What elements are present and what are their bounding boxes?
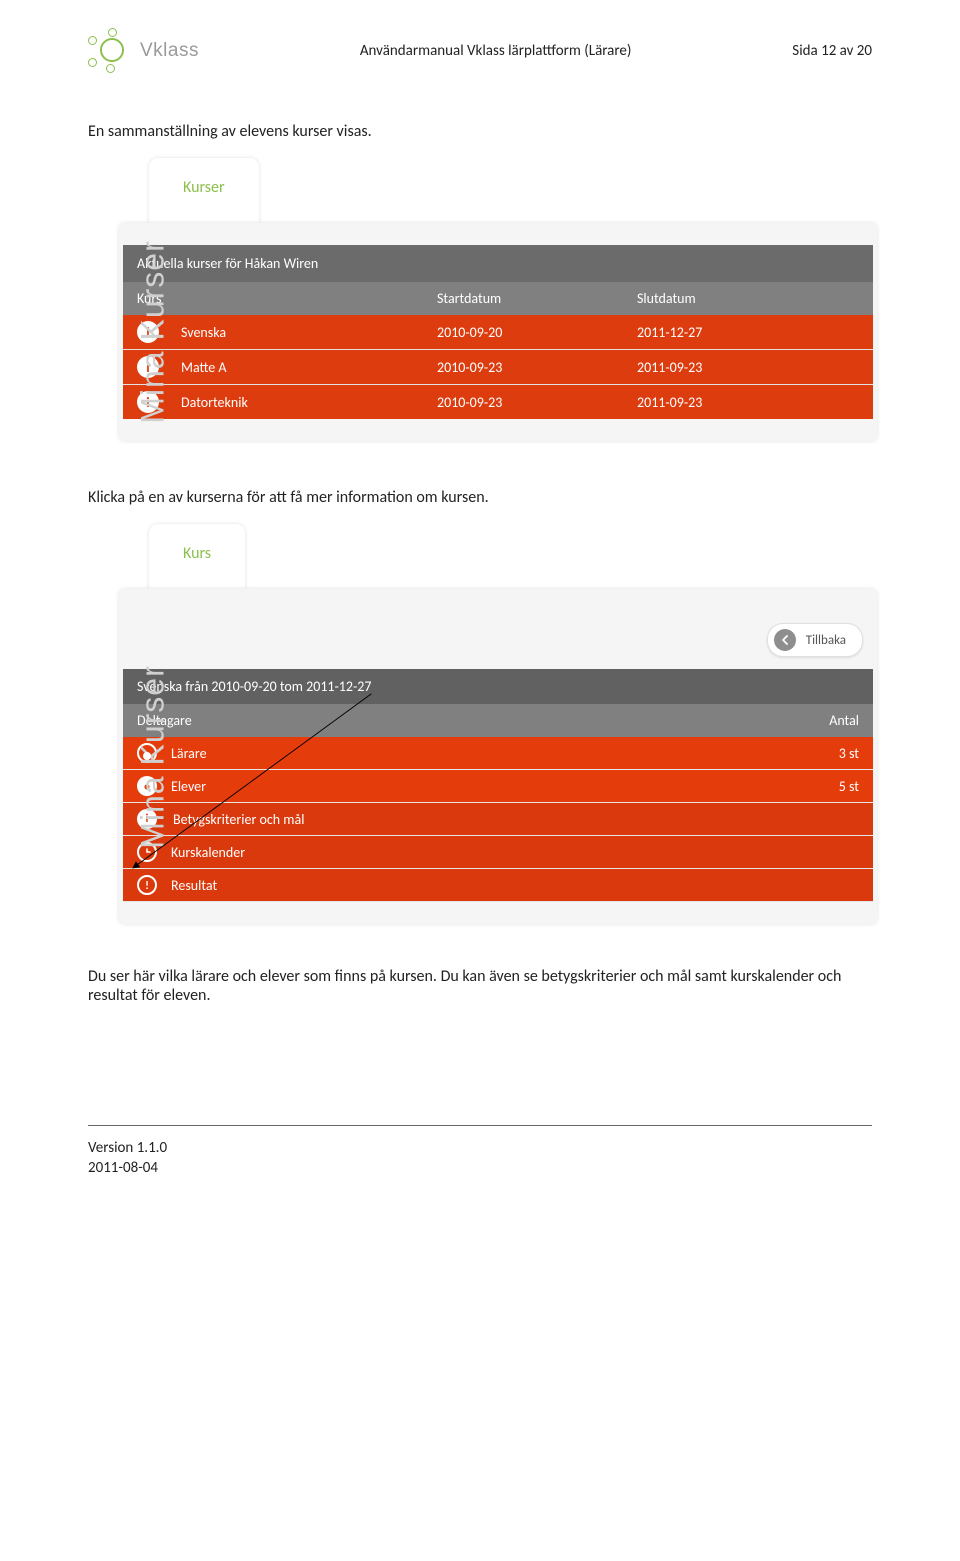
course-end: 2011-12-27: [637, 324, 859, 341]
course-name: Datorteknik: [181, 394, 437, 411]
course-end: 2011-09-23: [637, 394, 859, 411]
intro-paragraph-3: Du ser här vilka lärare och elever som f…: [88, 967, 872, 1005]
intro-paragraph-2: Klicka på en av kurserna för att få mer …: [88, 488, 872, 507]
doc-title: Användarmanual Vklass lärplattform (Lära…: [199, 42, 792, 60]
page-number: Sida 12 av 20: [792, 42, 872, 60]
detail-row-teachers[interactable]: Lärare 3 st: [123, 737, 873, 770]
detail-row-students[interactable]: ● Elever 5 st: [123, 770, 873, 803]
doc-header: Vklass Användarmanual Vklass lärplattfor…: [88, 28, 872, 74]
col-header-start: Startdatum: [437, 290, 637, 307]
detail-row-results[interactable]: ! Resultat: [123, 869, 873, 902]
course-start: 2010-09-23: [437, 394, 637, 411]
courses-header-row: Kurs Startdatum Slutdatum: [123, 282, 873, 315]
intro-paragraph-1: En sammanställning av elevens kurser vis…: [88, 122, 872, 141]
row-label: Kurskalender: [171, 844, 859, 861]
col-header-end: Slutdatum: [637, 290, 859, 307]
side-label: Mina Kurser: [134, 665, 171, 849]
logo-icon: [88, 28, 134, 74]
course-row[interactable]: i Svenska 2010-09-20 2011-12-27: [123, 315, 873, 350]
screenshot-course-detail: Kurs Mina Kurser Tillbaka Svenska från 2…: [78, 517, 878, 925]
course-row[interactable]: i Datorteknik 2010-09-23 2011-09-23: [123, 385, 873, 419]
row-label: Resultat: [171, 877, 859, 894]
courses-title: Aktuella kurser för Håkan Wiren: [123, 245, 873, 282]
tab-kurser[interactable]: Kurser: [149, 158, 259, 223]
footer-rule: [88, 1125, 872, 1126]
back-arrow-icon: [774, 629, 796, 651]
footer-version: Version 1.1.0: [88, 1138, 872, 1158]
side-label: Mina Kurser: [134, 240, 171, 424]
back-button[interactable]: Tillbaka: [767, 623, 863, 657]
course-name: Svenska: [181, 324, 437, 341]
detail-row-criteria[interactable]: i Betygskriterier och mål: [123, 803, 873, 836]
course-row[interactable]: i Matte A 2010-09-23 2011-09-23: [123, 350, 873, 385]
course-name: Matte A: [181, 359, 437, 376]
screenshot-courses-list: Kurser Mina Kurser Aktuella kurser för H…: [78, 151, 878, 442]
row-count: 3 st: [839, 745, 859, 762]
course-start: 2010-09-20: [437, 324, 637, 341]
tab-kurs[interactable]: Kurs: [149, 524, 245, 589]
logo: Vklass: [88, 28, 199, 74]
result-icon: !: [137, 875, 157, 895]
footer-date: 2011-08-04: [88, 1158, 872, 1178]
detail-subheader: Deltagare Antal: [123, 704, 873, 737]
course-start: 2010-09-23: [437, 359, 637, 376]
detail-row-calendar[interactable]: Kurskalender: [123, 836, 873, 869]
back-label: Tillbaka: [806, 633, 846, 648]
row-label: Elever: [171, 778, 839, 795]
footer: Version 1.1.0 2011-08-04: [88, 1138, 872, 1179]
course-detail-title: Svenska från 2010-09-20 tom 2011-12-27: [123, 669, 873, 704]
course-end: 2011-09-23: [637, 359, 859, 376]
subhead-right: Antal: [829, 712, 859, 729]
col-header-course: Kurs: [137, 290, 437, 307]
row-label: Betygskriterier och mål: [173, 811, 859, 828]
row-count: 5 st: [839, 778, 859, 795]
logo-text: Vklass: [140, 40, 199, 62]
row-label: Lärare: [171, 745, 839, 762]
